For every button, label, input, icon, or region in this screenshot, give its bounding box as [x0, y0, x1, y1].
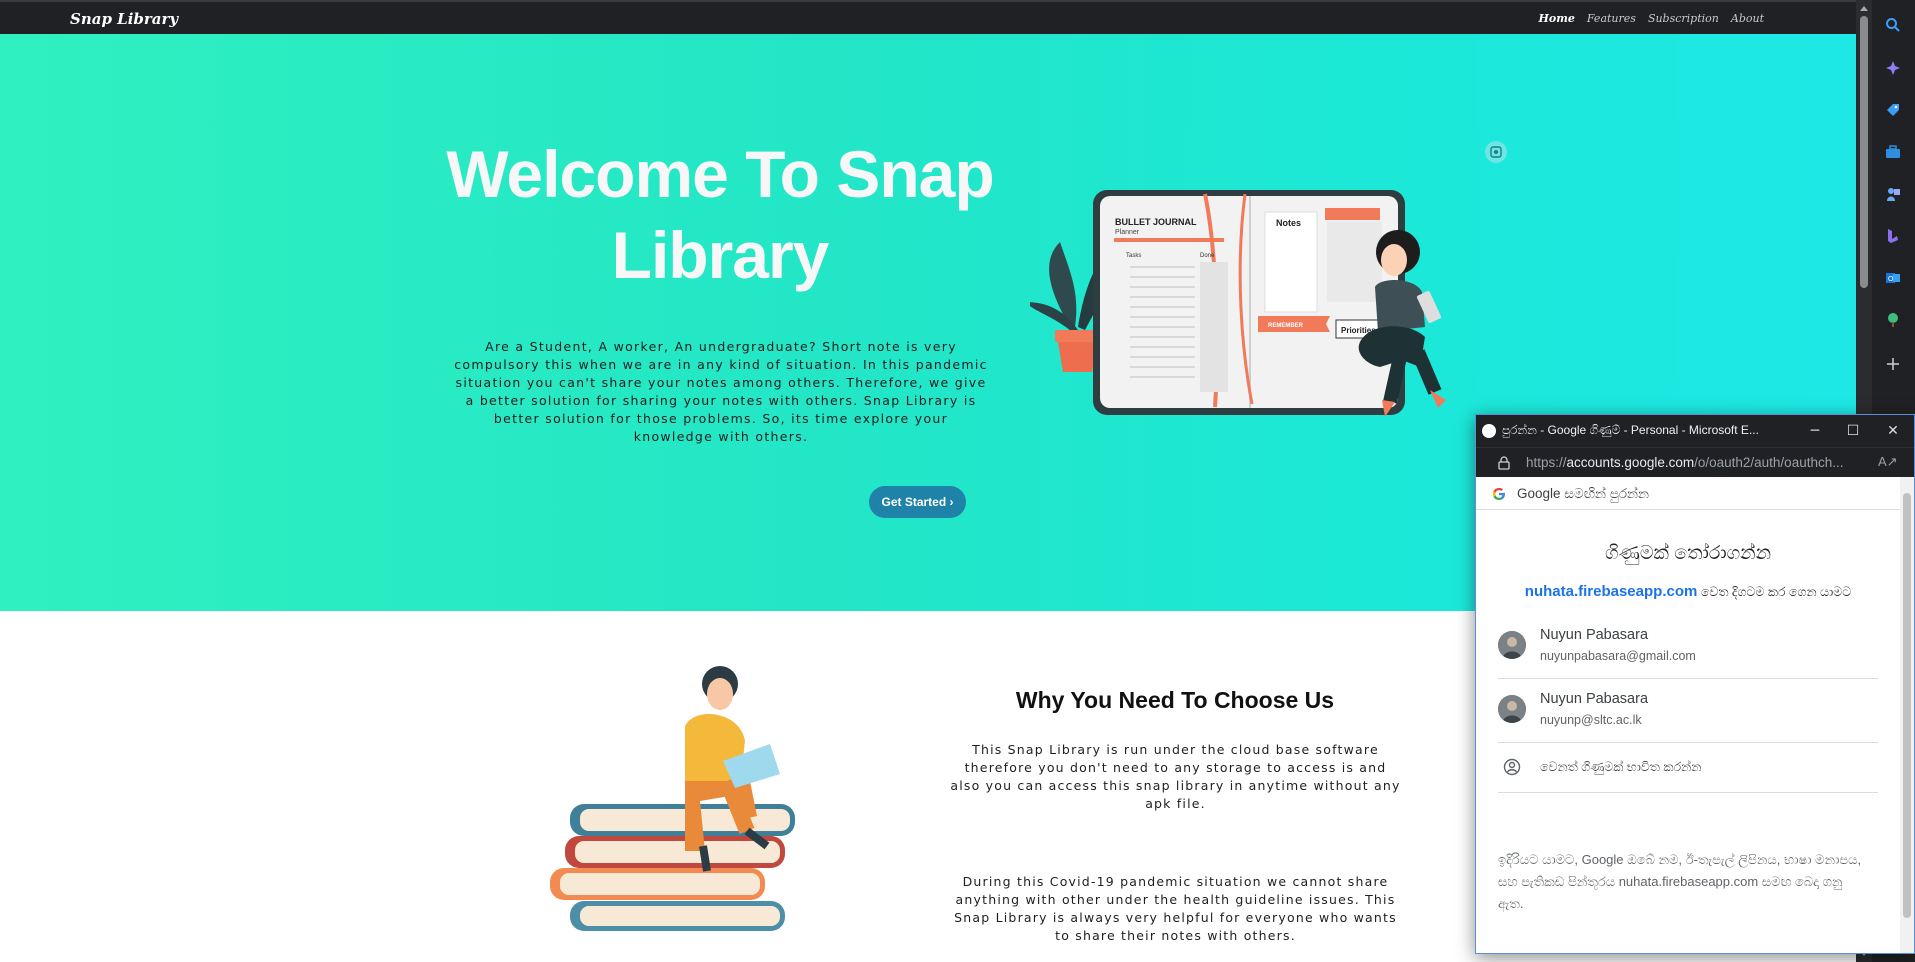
- popup-scrollbar[interactable]: [1900, 477, 1914, 953]
- account-option[interactable]: Nuyun Pabasara nuyunp@sltc.ac.lk: [1498, 679, 1878, 743]
- account-name: Nuyun Pabasara: [1540, 627, 1649, 643]
- nav-features[interactable]: Features: [1587, 12, 1636, 25]
- search-icon[interactable]: [1882, 14, 1904, 36]
- why-title: Why You Need To Choose Us: [1015, 687, 1335, 713]
- copilot-icon[interactable]: [1882, 57, 1904, 79]
- account-email: nuyunp@sltc.ac.lk: [1540, 713, 1642, 727]
- toolbox-icon[interactable]: [1882, 141, 1904, 163]
- add-icon[interactable]: [1882, 353, 1904, 375]
- hero-description: Are a Student, A worker, An undergraduat…: [454, 339, 988, 444]
- popup-window-title: පුරන්න - Google ගිණුම් - Personal - Micr…: [1502, 423, 1759, 437]
- close-icon[interactable]: ✕: [1874, 419, 1912, 443]
- popup-url: https://accounts.google.com/o/oauth2/aut…: [1526, 455, 1844, 470]
- nav-subscription[interactable]: Subscription: [1648, 12, 1719, 25]
- google-signin-popup: පුරන්න - Google ගිණුම් - Personal - Micr…: [1475, 414, 1915, 954]
- popup-scrollbar-thumb[interactable]: [1903, 493, 1911, 918]
- avatar: [1498, 631, 1526, 659]
- use-another-account-option[interactable]: වෙනත් ගිණුමක් භාවිත කරන්න: [1498, 743, 1878, 793]
- read-aloud-icon[interactable]: A↗: [1878, 454, 1898, 470]
- google-logo-icon: [1493, 488, 1505, 500]
- nav-about[interactable]: About: [1731, 12, 1764, 25]
- scroll-up-icon[interactable]: [1860, 6, 1868, 11]
- account-email: nuyunpabasara@gmail.com: [1540, 649, 1696, 663]
- choose-account-title: ගිණුමක් තෝරාගන්න: [1604, 543, 1772, 564]
- get-started-label: Get Started: [881, 495, 947, 509]
- journal-title: BULLET JOURNAL: [1115, 217, 1197, 227]
- google-signin-content: Google සමඟින් පුරන්න ගිණුමක් තෝරාගන්න nu…: [1476, 477, 1914, 953]
- continue-to-line: nuhata.firebaseapp.com වෙත දිගටම කර ගෙන …: [1476, 583, 1900, 600]
- google-favicon-icon: [1482, 424, 1496, 438]
- nav-home[interactable]: Home: [1539, 12, 1575, 25]
- account-circle-icon: [1503, 758, 1521, 776]
- popup-address-bar[interactable]: https://accounts.google.com/o/oauth2/aut…: [1476, 447, 1914, 477]
- app-domain-link[interactable]: nuhata.firebaseapp.com: [1525, 583, 1698, 600]
- continue-suffix: වෙත දිගටම කර ගෙන යාමට: [1700, 585, 1852, 599]
- bing-icon[interactable]: [1882, 225, 1904, 247]
- signin-with-google-label: Google සමඟින් පුරන්න: [1517, 486, 1649, 501]
- popup-titlebar[interactable]: පුරන්න - Google ගිණුම් - Personal - Micr…: [1476, 415, 1914, 447]
- why-paragraph-1: This Snap Library is run under the cloud…: [950, 742, 1401, 811]
- use-another-account-label: වෙනත් ගිණුමක් භාවිත කරන්න: [1540, 760, 1702, 774]
- lock-icon[interactable]: [1498, 456, 1510, 470]
- account-option[interactable]: Nuyun Pabasara nuyunpabasara@gmail.com: [1498, 615, 1878, 679]
- svg-text:O: O: [1888, 276, 1894, 283]
- games-icon[interactable]: [1882, 183, 1904, 205]
- scrollbar-thumb[interactable]: [1860, 16, 1868, 288]
- journal-subtitle: Planner: [1115, 229, 1140, 236]
- remember-label: REMEMBER: [1268, 323, 1304, 329]
- hero-title: Welcome To Snap Library: [446, 137, 994, 292]
- account-name: Nuyun Pabasara: [1540, 691, 1649, 707]
- tree-icon[interactable]: [1882, 309, 1904, 331]
- brand-logo[interactable]: Snap Library: [70, 10, 178, 28]
- notes-label: Notes: [1276, 218, 1301, 228]
- privacy-notice: ඉදිරියට යාමට, Google ඔබේ නම, ඊ-තැපැල් ලි…: [1498, 852, 1862, 911]
- why-paragraph-2: During this Covid-19 pandemic situation …: [954, 874, 1397, 943]
- minimize-icon[interactable]: ─: [1796, 419, 1834, 443]
- done-label: Done: [1200, 253, 1215, 259]
- signin-header: Google සමඟින් පුරන්න: [1476, 477, 1900, 510]
- maximize-icon[interactable]: ☐: [1834, 419, 1872, 443]
- site-navbar: Snap Library Home Features Subscription …: [0, 0, 1856, 34]
- outlook-icon[interactable]: O: [1882, 267, 1904, 289]
- bullet-journal-illustration: BULLET JOURNAL Planner Tasks Done Notes: [1030, 190, 1446, 417]
- tasks-label: Tasks: [1126, 253, 1141, 259]
- chevron-right-icon: ›: [949, 495, 954, 509]
- avatar: [1498, 695, 1526, 723]
- get-started-button[interactable]: Get Started ›: [869, 486, 966, 518]
- nav-menu: Home Features Subscription About: [1539, 12, 1764, 25]
- books-reader-illustration: [550, 666, 795, 931]
- shopping-tag-icon[interactable]: [1882, 99, 1904, 121]
- screen: Snap Library Home Features Subscription …: [0, 0, 1915, 962]
